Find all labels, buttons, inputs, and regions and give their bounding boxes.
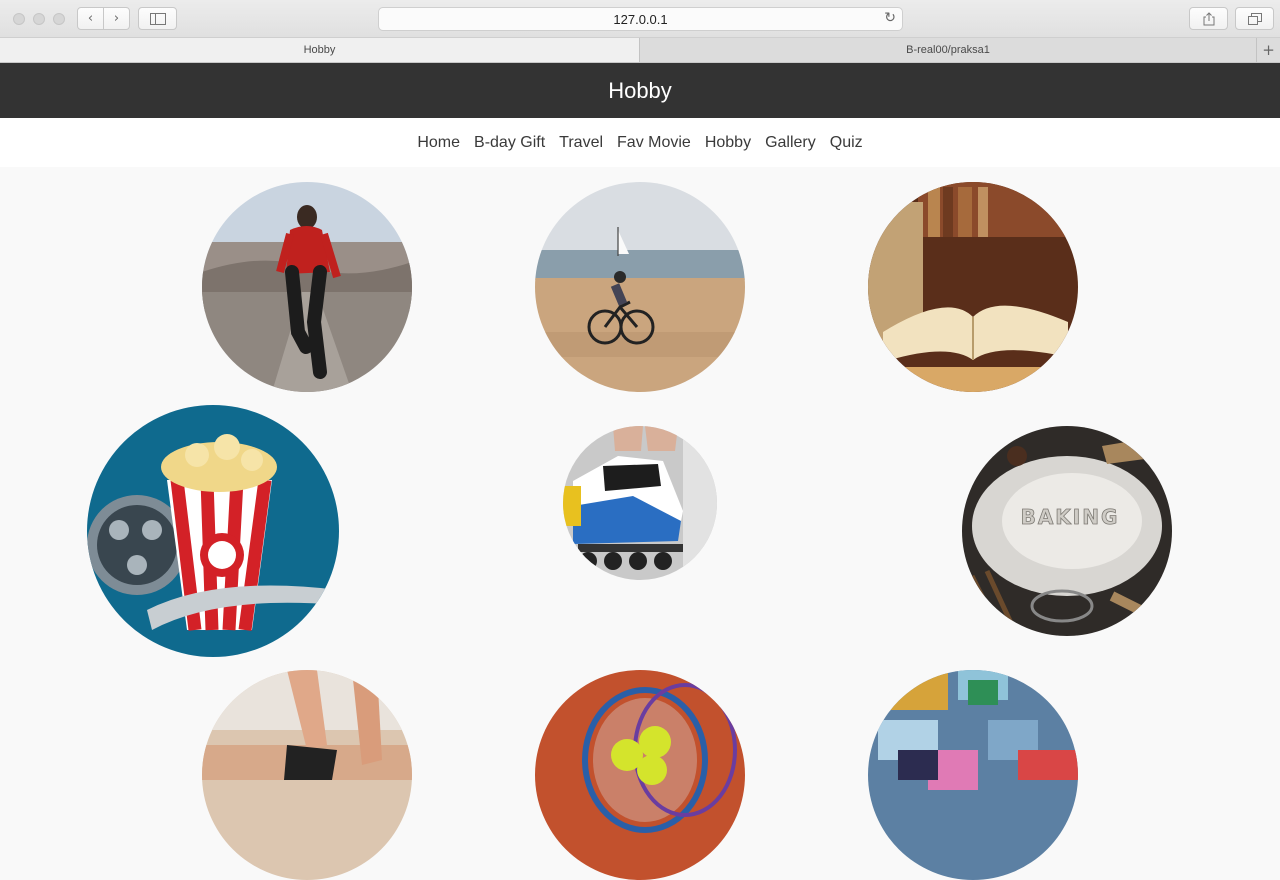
nav-home[interactable]: Home [417,134,460,152]
url-text: 127.0.0.1 [613,12,668,27]
sidebar-icon [149,12,166,25]
page-header: Hobby [0,63,1280,118]
tennis-photo [535,670,745,880]
minimize-window-button[interactable] [33,13,45,25]
address-bar[interactable]: 127.0.0.1 ↻ [378,7,903,31]
nav-quiz[interactable]: Quiz [830,134,863,152]
tabs-overview-button[interactable] [1235,7,1274,30]
zoom-window-button[interactable] [53,13,65,25]
running-photo [202,182,412,392]
rollerblading-photo [563,426,717,580]
new-tab-button[interactable]: + [1256,38,1280,62]
tab-repo[interactable]: B-real00/praksa1 [639,38,1256,62]
browser-toolbar: ‹ › 127.0.0.1 ↻ [0,0,1280,38]
nav-fav-movie[interactable]: Fav Movie [617,134,691,152]
share-button[interactable] [1189,7,1228,30]
nav-hobby[interactable]: Hobby [705,134,751,152]
sidebar-button[interactable] [138,7,177,30]
main-nav: Home B-day Gift Travel Fav Movie Hobby G… [0,118,1280,167]
walking-photo [202,670,412,880]
puzzles-photo [868,670,1078,880]
cycling-photo [535,182,745,392]
close-window-button[interactable] [13,13,25,25]
forward-button[interactable]: › [103,7,130,30]
movies-photo [87,405,339,657]
nav-gallery[interactable]: Gallery [765,134,816,152]
chevron-right-icon: › [113,11,120,26]
tab-hobby[interactable]: Hobby [0,38,639,62]
baking-photo: BAKING [962,426,1172,636]
nav-travel[interactable]: Travel [559,134,603,152]
nav-bday-gift[interactable]: B-day Gift [474,134,545,152]
tab-bar: Hobby B-real00/praksa1 + [0,38,1280,63]
page-title: Hobby [608,77,672,103]
share-icon [1203,11,1214,25]
baking-text: BAKING [1021,505,1120,529]
tabs-icon [1247,12,1262,25]
reload-icon[interactable]: ↻ [884,10,896,26]
plus-icon: + [1262,41,1275,59]
back-button[interactable]: ‹ [77,7,104,30]
chevron-left-icon: ‹ [87,11,94,26]
reading-photo [868,182,1078,392]
